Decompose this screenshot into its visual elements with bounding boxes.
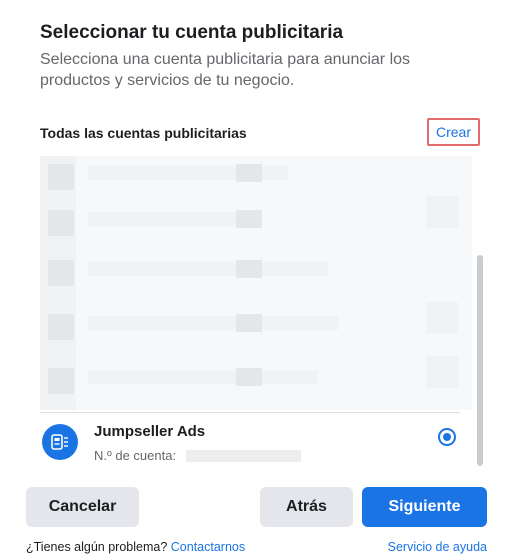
dialog-subtitle: Selecciona una cuenta publicitaria para … bbox=[40, 51, 411, 89]
accounts-section-header: Todas las cuentas publicitarias Crear bbox=[40, 118, 480, 148]
redacted-block bbox=[236, 210, 262, 228]
back-button[interactable]: Atrás bbox=[260, 487, 353, 527]
list-divider bbox=[40, 412, 460, 413]
accounts-list[interactable]: Jumpseller Ads N.º de cuenta: bbox=[40, 156, 486, 468]
redacted-block bbox=[426, 196, 458, 228]
redacted-block bbox=[426, 302, 458, 334]
next-button[interactable]: Siguiente bbox=[362, 487, 487, 527]
account-radio-button[interactable] bbox=[438, 428, 456, 446]
account-number-label: N.º de cuenta: bbox=[94, 448, 177, 463]
redacted-block bbox=[48, 368, 74, 394]
ad-account-icon bbox=[42, 424, 78, 460]
cancel-button[interactable]: Cancelar bbox=[26, 487, 139, 527]
account-option[interactable]: Jumpseller Ads N.º de cuenta: bbox=[40, 418, 472, 466]
footer-problem: ¿Tienes algún problema? Contactarnos bbox=[26, 540, 245, 554]
redacted-block bbox=[88, 262, 328, 276]
redacted-block bbox=[88, 316, 338, 330]
create-account-link[interactable]: Crear bbox=[426, 118, 480, 146]
redacted-block bbox=[48, 210, 74, 236]
redacted-block bbox=[426, 356, 458, 388]
redacted-block bbox=[236, 260, 262, 278]
redacted-block bbox=[236, 368, 262, 386]
redacted-block bbox=[48, 260, 74, 286]
redacted-block bbox=[48, 164, 74, 190]
redacted-block bbox=[236, 314, 262, 332]
accounts-section-label: Todas las cuentas publicitarias bbox=[40, 125, 247, 141]
account-name: Jumpseller Ads bbox=[94, 423, 206, 440]
redacted-block bbox=[236, 164, 262, 182]
blurred-accounts-area bbox=[40, 156, 472, 410]
contact-link[interactable]: Contactarnos bbox=[171, 540, 245, 554]
redacted-block bbox=[88, 212, 258, 226]
problem-text: ¿Tienes algún problema? bbox=[26, 540, 168, 554]
redacted-block bbox=[48, 314, 74, 340]
redacted-block bbox=[88, 370, 318, 384]
help-center-link[interactable]: Servicio de ayuda bbox=[388, 540, 487, 554]
account-number-redacted bbox=[186, 450, 301, 462]
list-scrollbar-thumb[interactable] bbox=[477, 255, 483, 466]
dialog-title: Seleccionar tu cuenta publicitaria bbox=[40, 22, 344, 43]
